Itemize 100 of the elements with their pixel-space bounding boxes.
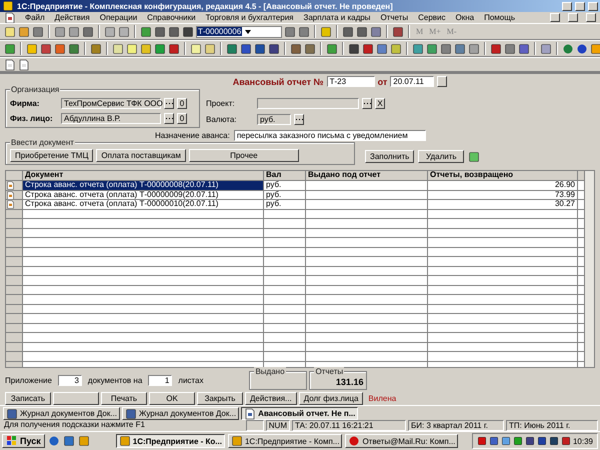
toolbar-icon[interactable] xyxy=(90,42,102,54)
toolbar-icon[interactable] xyxy=(440,42,452,54)
menu-item[interactable]: Действия xyxy=(54,13,91,22)
toolbar-icon[interactable] xyxy=(4,26,16,38)
menu-item[interactable]: Справочники xyxy=(146,13,197,22)
column-header[interactable]: Выдано под отчет xyxy=(306,171,428,180)
dropdown-button[interactable] xyxy=(53,392,99,405)
menu-item[interactable]: Сервис xyxy=(417,13,446,22)
taskbar-button[interactable]: 1С:Предприятие - Ко... xyxy=(116,434,225,448)
tray-icon[interactable] xyxy=(512,436,523,446)
toolbar-icon[interactable] xyxy=(112,42,124,54)
toolbar-icon[interactable] xyxy=(268,42,280,54)
column-header[interactable]: Документ xyxy=(23,171,264,180)
toolbar-icon[interactable] xyxy=(504,42,516,54)
text-field[interactable]: ТехПромСервис ТФК ООО xyxy=(61,98,161,109)
window-tab[interactable]: Журнал документов Док... xyxy=(3,407,120,420)
toolbar-icon[interactable] xyxy=(82,26,94,38)
toolbar-icon[interactable] xyxy=(326,42,338,54)
toolbar-icon[interactable] xyxy=(26,42,38,54)
toolbar-icon[interactable] xyxy=(126,42,138,54)
toolbar-icon[interactable] xyxy=(104,26,116,38)
action-button[interactable]: OK xyxy=(149,392,195,405)
action-button[interactable]: Закрыть xyxy=(197,392,243,405)
ellipsis-button[interactable] xyxy=(294,114,304,125)
toolbar-icon[interactable] xyxy=(320,26,332,38)
tray-icon[interactable] xyxy=(536,436,547,446)
calendar-button[interactable] xyxy=(437,76,448,87)
toolbar-icon[interactable] xyxy=(154,26,166,38)
toolbar-icon[interactable] xyxy=(68,26,80,38)
tray-icon[interactable] xyxy=(488,436,499,446)
toolbar-icon[interactable] xyxy=(590,42,600,54)
toolbar-icon[interactable] xyxy=(240,42,252,54)
clear-button[interactable]: 0 xyxy=(177,98,187,109)
start-button[interactable]: Пуск xyxy=(2,434,45,448)
toolbar-icon[interactable] xyxy=(362,42,374,54)
tray-icon[interactable] xyxy=(500,436,511,446)
toolbar-icon[interactable] xyxy=(118,26,130,38)
table-cell[interactable]: Строка аванс. отчета (оплата) Т-00000008(20.07.11) xyxy=(23,181,264,190)
column-header[interactable]: Отчеты, возвращено xyxy=(428,171,578,180)
toolbar-icon[interactable] xyxy=(226,42,238,54)
taskbar-button[interactable]: Ответы@Mail.Ru: Комп... xyxy=(345,434,458,448)
action-button[interactable]: Записать xyxy=(5,392,51,405)
menu-item[interactable]: Помощь xyxy=(483,13,516,22)
toolbar-icon[interactable] xyxy=(54,26,66,38)
tray-icon[interactable] xyxy=(560,436,571,446)
count-field[interactable]: 3 xyxy=(58,374,82,386)
toolbar-icon[interactable] xyxy=(182,26,194,38)
toolbar-icon[interactable] xyxy=(304,42,316,54)
toolbar-icon[interactable] xyxy=(468,42,480,54)
table-cell[interactable]: Строка аванс. отчета (оплата) Т-00000010(20.07.11) xyxy=(23,200,264,209)
ellipsis-button[interactable] xyxy=(362,98,372,109)
action-button[interactable]: Долг физ.лица xyxy=(298,392,364,405)
tray-icon[interactable] xyxy=(548,436,559,446)
toolbar-icon[interactable] xyxy=(342,26,354,38)
table-cell[interactable]: Строка аванс. отчета (оплата) Т-00000009(20.07.11) xyxy=(23,190,264,200)
tray-icon[interactable] xyxy=(524,436,535,446)
taskbar-button[interactable]: 1С:Предприятие - Комп... xyxy=(228,434,342,448)
window-tab[interactable]: Авансовый отчет. Не п... xyxy=(241,407,358,420)
toolbar-icon[interactable] xyxy=(540,42,552,54)
toolbar-icon[interactable] xyxy=(154,42,166,54)
window-tab[interactable]: Журнал документов Док... xyxy=(122,407,240,420)
action-button[interactable]: Действия... xyxy=(245,392,297,405)
toolbar-icon[interactable] xyxy=(18,26,30,38)
toolbar-icon[interactable] xyxy=(348,42,360,54)
toolbar-icon[interactable] xyxy=(190,42,202,54)
date-field[interactable]: 20.07.11 xyxy=(390,76,434,87)
toolbar-icon[interactable] xyxy=(168,42,180,54)
menu-item[interactable]: Окна xyxy=(454,13,476,22)
currency-field[interactable]: руб. xyxy=(257,114,291,125)
toolbar-icon[interactable] xyxy=(140,26,152,38)
toolbar-icon[interactable] xyxy=(32,26,44,38)
scrollbar[interactable] xyxy=(584,171,594,368)
clear-button[interactable]: X xyxy=(375,98,385,109)
search-combo[interactable]: Т-00000006 xyxy=(196,26,282,38)
refresh-icon[interactable] xyxy=(468,150,480,163)
action-button[interactable]: Удалить xyxy=(418,150,464,164)
toolbar-icon[interactable] xyxy=(4,42,16,54)
toolbar-icon[interactable] xyxy=(168,26,180,38)
toolbar-icon[interactable] xyxy=(254,42,266,54)
toolbar-icon[interactable] xyxy=(576,42,588,54)
ellipsis-button[interactable] xyxy=(164,98,174,109)
toolbar-icon[interactable] xyxy=(356,26,368,38)
ellipsis-button[interactable] xyxy=(164,113,174,124)
app-icon[interactable] xyxy=(78,435,90,447)
menu-item[interactable]: Торговля и бухгалтерия xyxy=(204,13,294,22)
toolbar-icon[interactable] xyxy=(40,42,52,54)
menu-item[interactable]: Зарплата и кадры xyxy=(302,13,372,22)
toolbar-icon[interactable] xyxy=(376,42,388,54)
menu-item[interactable]: Отчеты xyxy=(379,13,410,22)
toolbar-icon[interactable] xyxy=(370,26,382,38)
clear-button[interactable]: 0 xyxy=(177,113,187,124)
toolbar-icon[interactable] xyxy=(68,42,80,54)
toolbar-icon[interactable] xyxy=(392,26,404,38)
action-button[interactable]: Заполнить xyxy=(365,150,414,164)
toolbar-icon[interactable] xyxy=(298,26,310,38)
menu-item[interactable]: Файл xyxy=(24,13,46,22)
action-button[interactable]: Печать xyxy=(101,392,147,405)
toolbar-icon[interactable] xyxy=(454,42,466,54)
toolbar-icon[interactable] xyxy=(284,26,296,38)
toolbar-icon[interactable] xyxy=(426,42,438,54)
